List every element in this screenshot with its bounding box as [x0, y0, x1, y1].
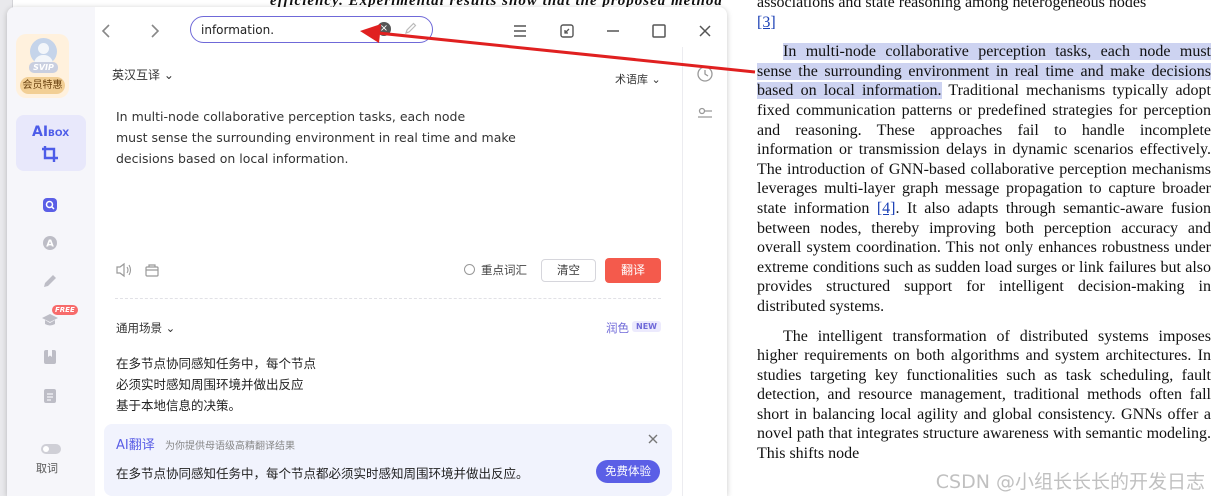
right-rail-divider — [682, 47, 683, 496]
settings-slider-icon[interactable] — [696, 105, 714, 123]
citation-4[interactable]: [4] — [877, 200, 896, 217]
clear-search-icon[interactable]: × — [377, 22, 391, 36]
ai-translate-subtitle: 为你提供母语级高精翻译结果 — [165, 441, 295, 452]
svg-text:A: A — [46, 239, 54, 250]
polish-button[interactable]: 润色 — [606, 320, 629, 336]
result-line: 基于本地信息的决策。 — [116, 398, 242, 413]
new-badge: NEW — [632, 321, 661, 332]
avatar[interactable] — [30, 38, 57, 65]
maximize-icon[interactable] — [649, 21, 669, 41]
translate-button[interactable]: 翻译 — [605, 258, 661, 283]
ai-translate-card: AI翻译 为你提供母语级高精翻译结果 在多节点协同感知任务中，每个节点都必须实时… — [104, 424, 672, 496]
word-capture-label: 取词 — [36, 462, 58, 475]
search-box[interactable]: × — [190, 16, 433, 43]
chevron-down-icon: ⌄ — [651, 73, 661, 86]
forward-arrow-icon[interactable] — [144, 21, 164, 41]
minimize-icon[interactable] — [603, 21, 623, 41]
key-vocab-radio[interactable] — [464, 264, 475, 275]
crop-icon — [42, 146, 58, 162]
edit-pen-icon[interactable] — [404, 21, 418, 35]
term-library-select[interactable]: 术语库 ⌄ — [615, 71, 661, 87]
section-divider — [115, 298, 661, 299]
notes-icon[interactable] — [41, 387, 59, 405]
result-line: 必须实时感知周围环境并做出反应 — [116, 377, 304, 392]
search-icon[interactable] — [41, 196, 59, 214]
ai-box-title-sub: BOX — [48, 129, 70, 139]
chevron-down-icon: ⌄ — [165, 321, 176, 335]
source-line: decisions based on local information. — [116, 151, 349, 166]
ai-box-button[interactable]: AIBOX — [16, 115, 86, 171]
bookmark-icon[interactable] — [41, 348, 59, 366]
paragraph-3: The intelligent transformation of distri… — [757, 327, 1211, 463]
translation-result: 在多节点协同感知任务中，每个节点 必须实时感知周围环境并做出反应 基于本地信息的… — [116, 353, 536, 416]
paper-column: associations and state reasoning among h… — [757, 0, 1211, 464]
citation-3[interactable]: [3] — [757, 14, 776, 31]
paragraph-2-text-a: Traditional mechanisms typically adopt f… — [757, 82, 1212, 217]
font-icon[interactable]: A — [41, 234, 59, 252]
paragraph-1: associations and state reasoning among h… — [757, 0, 1211, 32]
vocab-book-icon[interactable] — [144, 262, 160, 278]
scene-label: 通用场景 — [116, 321, 162, 335]
speaker-icon[interactable] — [115, 262, 133, 278]
ai-box-title-main: AI — [32, 124, 49, 140]
close-icon[interactable] — [646, 432, 660, 446]
ai-translate-result: 在多节点协同感知任务中，每个节点都必须实时感知周围环境并做出反应。 — [116, 466, 529, 481]
scene-select[interactable]: 通用场景 ⌄ — [116, 320, 175, 336]
word-capture-toggle[interactable] — [41, 444, 61, 454]
pen-icon[interactable] — [41, 272, 59, 290]
chevron-down-icon: ⌄ — [163, 68, 174, 82]
vip-promo-card[interactable]: SVIP 会员特惠 — [16, 34, 69, 98]
ai-box-title: AIBOX — [32, 124, 69, 140]
paragraph-2: In multi-node collaborative perception t… — [757, 42, 1211, 316]
close-icon[interactable] — [695, 21, 715, 41]
source-line: must sense the surrounding environment i… — [116, 130, 516, 145]
clear-button[interactable]: 清空 — [541, 259, 596, 282]
ai-translate-title: AI翻译 — [116, 438, 155, 453]
svip-badge: SVIP — [29, 62, 58, 73]
language-pair-select[interactable]: 英汉互译 ⌄ — [112, 66, 174, 83]
paragraph-1-text: associations and state reasoning among h… — [757, 0, 1147, 11]
key-vocab-label: 重点词汇 — [481, 263, 527, 277]
search-input[interactable] — [201, 20, 371, 39]
translator-window: SVIP 会员特惠 AIBOX A FREE 取词 information. ×… — [7, 7, 727, 496]
source-text[interactable]: In multi-node collaborative perception t… — [116, 106, 536, 169]
sidebar: SVIP 会员特惠 AIBOX A FREE 取词 — [7, 7, 95, 496]
back-arrow-icon[interactable] — [97, 21, 117, 41]
hamburger-menu-icon[interactable] — [510, 21, 530, 41]
term-library-label: 术语库 — [615, 73, 648, 86]
language-pair-label: 英汉互译 — [112, 68, 161, 82]
result-line: 在多节点协同感知任务中，每个节点 — [116, 356, 317, 371]
free-badge: FREE — [52, 305, 78, 315]
paragraph-2-text-b: . It also adapts through semantic-aware … — [757, 199, 1212, 315]
shrink-window-icon[interactable] — [557, 21, 577, 41]
free-trial-button[interactable]: 免费体验 — [596, 460, 660, 483]
clock-history-icon[interactable] — [696, 65, 714, 83]
source-line: In multi-node collaborative perception t… — [116, 109, 466, 124]
watermark: CSDN @小组长长长的开发日志 — [935, 471, 1205, 493]
vip-offer-label[interactable]: 会员特惠 — [20, 77, 65, 94]
